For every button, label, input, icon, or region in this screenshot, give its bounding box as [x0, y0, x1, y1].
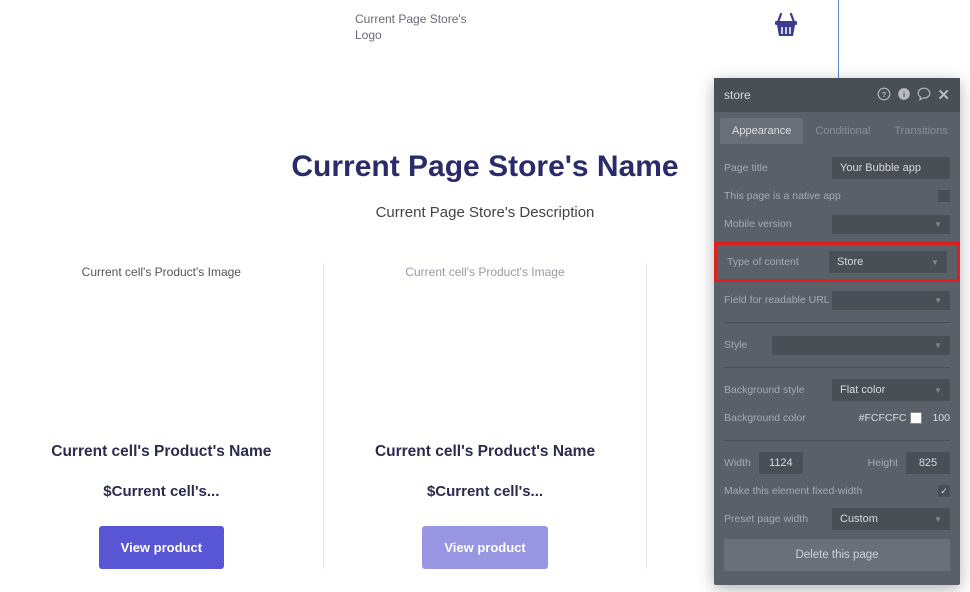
svg-text:?: ? — [882, 89, 887, 98]
basket-icon[interactable] — [772, 12, 800, 43]
chevron-down-icon: ▼ — [934, 515, 942, 524]
row-readable-url: Field for readable URL ▼ — [724, 286, 950, 314]
label-readable-url: Field for readable URL — [724, 294, 832, 306]
row-preset-width: Preset page width Custom ▼ — [724, 505, 950, 533]
label-background-color: Background color — [724, 412, 859, 424]
checkbox-native-app[interactable] — [938, 190, 950, 202]
select-preset-width-value: Custom — [840, 513, 878, 525]
row-fixed-width: Make this element fixed-width ✓ — [724, 477, 950, 505]
panel-body: Page title This page is a native app Mob… — [714, 144, 960, 585]
input-height[interactable] — [906, 452, 950, 474]
label-page-title: Page title — [724, 162, 832, 174]
svg-text:i: i — [903, 89, 905, 98]
comment-icon[interactable] — [917, 87, 931, 104]
row-page-title: Page title — [724, 154, 950, 182]
label-height: Height — [868, 457, 898, 469]
label-background-style: Background style — [724, 384, 832, 396]
row-background-style: Background style Flat color ▼ — [724, 376, 950, 404]
row-style: Style ▼ — [724, 331, 950, 359]
product-price: $Current cell's... — [12, 483, 311, 500]
label-native-app: This page is a native app — [724, 190, 938, 202]
product-image-placeholder: Current cell's Product's Image — [336, 263, 635, 423]
row-mobile-version: Mobile version ▼ — [724, 210, 950, 238]
label-fixed-width: Make this element fixed-width — [724, 485, 938, 497]
product-card[interactable]: Current cell's Product's Image Current c… — [0, 263, 324, 569]
view-product-button[interactable]: View product — [422, 526, 547, 569]
select-style[interactable]: ▼ — [772, 336, 950, 355]
panel-tabs: Appearance Conditional Transitions — [714, 112, 960, 144]
product-name: Current cell's Product's Name — [12, 443, 311, 461]
select-type-of-content[interactable]: Store ▼ — [829, 251, 947, 273]
bg-color-opacity[interactable]: 100 — [932, 412, 950, 424]
product-card[interactable]: Current cell's Product's Image Current c… — [324, 263, 648, 569]
view-product-button[interactable]: View product — [99, 526, 224, 569]
product-image-placeholder: Current cell's Product's Image — [12, 263, 311, 423]
label-style: Style — [724, 339, 772, 351]
chevron-down-icon: ▼ — [934, 386, 942, 395]
checkbox-fixed-width[interactable]: ✓ — [938, 485, 950, 497]
bg-color-swatch[interactable] — [910, 412, 922, 424]
info-icon[interactable]: i — [897, 87, 911, 104]
tab-appearance[interactable]: Appearance — [720, 118, 803, 144]
label-type-of-content: Type of content — [727, 256, 829, 268]
tab-transitions[interactable]: Transitions — [882, 118, 959, 144]
input-width[interactable] — [759, 452, 803, 474]
chevron-down-icon: ▼ — [934, 296, 942, 305]
canvas-divider — [838, 0, 839, 78]
label-width: Width — [724, 457, 751, 469]
row-background-color: Background color #FCFCFC 100 — [724, 404, 950, 432]
close-icon[interactable]: ✕ — [937, 86, 950, 104]
divider — [724, 367, 950, 368]
product-name: Current cell's Product's Name — [336, 443, 635, 461]
bg-color-hex[interactable]: #FCFCFC — [859, 412, 907, 424]
chevron-down-icon: ▼ — [931, 258, 939, 267]
logo-placeholder[interactable]: Current Page Store's Logo — [355, 12, 485, 43]
row-type-of-content: Type of content Store ▼ — [714, 242, 960, 282]
property-panel: store ? i ✕ Appearance Conditional Trans… — [714, 78, 960, 585]
tab-conditional[interactable]: Conditional — [803, 118, 882, 144]
select-type-of-content-value: Store — [837, 256, 863, 268]
row-dimensions: Width Height — [724, 449, 950, 477]
select-readable-url[interactable]: ▼ — [832, 291, 950, 310]
select-mobile-version[interactable]: ▼ — [832, 215, 950, 234]
panel-header[interactable]: store ? i ✕ — [714, 78, 960, 112]
divider — [724, 440, 950, 441]
help-icon[interactable]: ? — [877, 87, 891, 104]
select-preset-width[interactable]: Custom ▼ — [832, 508, 950, 530]
chevron-down-icon: ▼ — [934, 341, 942, 350]
panel-title: store — [724, 88, 751, 102]
delete-page-button[interactable]: Delete this page — [724, 539, 950, 571]
select-background-style[interactable]: Flat color ▼ — [832, 379, 950, 401]
row-native-app: This page is a native app — [724, 182, 950, 210]
label-preset-width: Preset page width — [724, 513, 832, 525]
divider — [724, 322, 950, 323]
input-page-title[interactable] — [832, 157, 950, 179]
product-price: $Current cell's... — [336, 483, 635, 500]
label-mobile-version: Mobile version — [724, 218, 832, 230]
select-background-style-value: Flat color — [840, 384, 885, 396]
chevron-down-icon: ▼ — [934, 220, 942, 229]
page-header: Current Page Store's Logo — [0, 0, 970, 55]
